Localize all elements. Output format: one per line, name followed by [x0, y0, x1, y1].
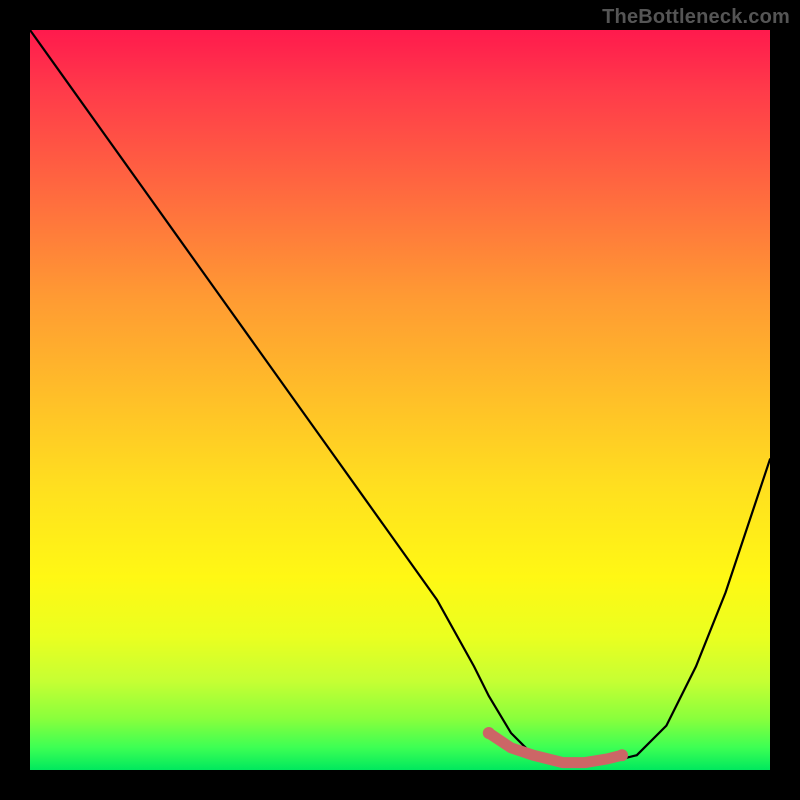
optimal-range-start-dot [483, 727, 495, 739]
chart-frame: TheBottleneck.com [0, 0, 800, 800]
optimal-range-end-dot [616, 749, 628, 761]
watermark-label: TheBottleneck.com [602, 6, 790, 29]
optimal-range-highlight [489, 733, 622, 763]
bottleneck-curve [30, 30, 770, 763]
plot-area [30, 30, 770, 770]
curve-svg [30, 30, 770, 770]
